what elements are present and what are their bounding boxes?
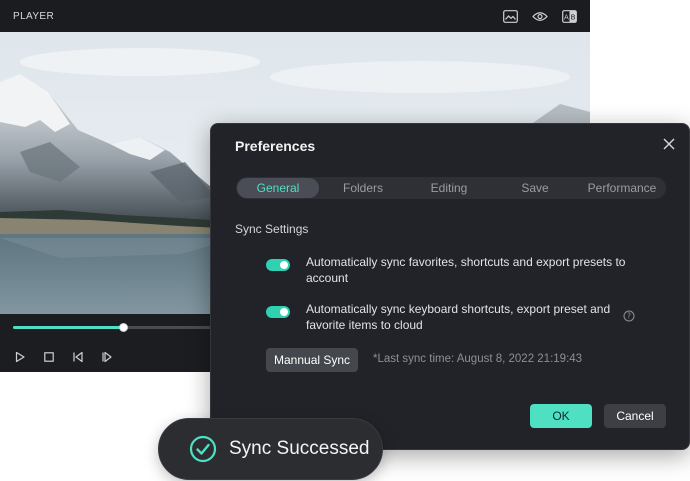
- image-icon[interactable]: [503, 9, 518, 23]
- player-toolbar: AB: [503, 9, 577, 23]
- sync-option-cloud: Automatically sync keyboard shortcuts, e…: [266, 301, 636, 333]
- ab-compare-icon[interactable]: AB: [562, 9, 577, 23]
- tab-editing[interactable]: Editing: [407, 178, 491, 198]
- transport-buttons: [14, 350, 113, 363]
- player-title-bar: PLAYER AB: [0, 0, 590, 32]
- svg-text:A: A: [564, 13, 569, 21]
- sync-option-label: Automatically sync favorites, shortcuts …: [306, 255, 626, 285]
- sync-account-toggle[interactable]: [266, 259, 290, 271]
- sync-cloud-toggle[interactable]: [266, 306, 290, 318]
- preferences-tabs: General Folders Editing Save Performance: [236, 177, 666, 199]
- next-frame-icon[interactable]: [101, 350, 113, 363]
- seek-bar[interactable]: [13, 323, 213, 332]
- sync-option-label: Automatically sync keyboard shortcuts, e…: [306, 302, 611, 332]
- seek-progress: [13, 326, 123, 329]
- previous-frame-icon[interactable]: [72, 350, 84, 363]
- svg-text:B: B: [571, 13, 576, 21]
- sync-option-account: Automatically sync favorites, shortcuts …: [266, 254, 636, 286]
- manual-sync-button[interactable]: Mannual Sync: [266, 348, 359, 372]
- play-icon[interactable]: [14, 350, 26, 363]
- help-icon[interactable]: ?: [623, 309, 635, 322]
- tab-performance[interactable]: Performance: [579, 178, 665, 198]
- preferences-dialog: Preferences General Folders Editing Save…: [210, 123, 690, 450]
- check-circle-icon: [189, 435, 217, 463]
- sync-success-toast: Sync Successed: [158, 418, 383, 480]
- tab-general[interactable]: General: [237, 178, 319, 198]
- player-title: PLAYER: [13, 10, 55, 22]
- seek-handle[interactable]: [119, 323, 128, 332]
- tab-folders[interactable]: Folders: [319, 178, 407, 198]
- cancel-button[interactable]: Cancel: [604, 404, 666, 428]
- sync-settings-heading: Sync Settings: [235, 222, 309, 236]
- close-icon[interactable]: [661, 136, 677, 152]
- stop-icon[interactable]: [43, 350, 55, 362]
- ok-button[interactable]: OK: [530, 404, 592, 428]
- tab-save[interactable]: Save: [491, 178, 579, 198]
- dialog-title: Preferences: [235, 138, 316, 154]
- toast-message: Sync Successed: [229, 438, 370, 459]
- eye-icon[interactable]: [532, 11, 548, 22]
- svg-text:?: ?: [627, 312, 631, 321]
- last-sync-time: *Last sync time: August 8, 2022 21:19:43: [373, 353, 583, 365]
